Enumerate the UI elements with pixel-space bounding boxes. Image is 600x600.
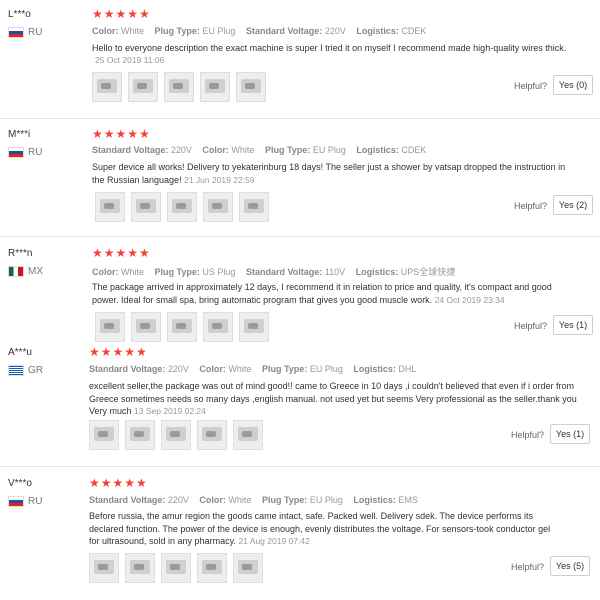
review-photo[interactable] <box>233 420 263 450</box>
review-text: Hello to everyone description the exact … <box>92 43 567 53</box>
reviewer-name: V***o <box>8 478 32 489</box>
product-attributes: Color: White Plug Type: US Plug Standard… <box>92 267 456 277</box>
review-photo[interactable] <box>89 420 119 450</box>
review-date: 13 Sep 2019 02:24 <box>134 406 206 416</box>
reviewer-country: RU <box>8 147 42 158</box>
russia-flag-icon <box>8 27 24 38</box>
divider <box>0 118 600 119</box>
rating-stars: ★★★★★ <box>89 345 148 359</box>
review-photo[interactable] <box>236 72 266 102</box>
review-photo[interactable] <box>197 420 227 450</box>
review-photo[interactable] <box>239 312 269 342</box>
reviewer-country: GR <box>8 365 43 376</box>
review-photo[interactable] <box>164 72 194 102</box>
review-text: Super device all works! Delivery to yeka… <box>92 162 566 185</box>
divider <box>0 466 600 467</box>
photo-thumbnails <box>89 420 263 450</box>
mexico-flag-icon <box>8 266 24 277</box>
product-attributes: Standard Voltage: 220V Color: White Plug… <box>92 145 427 155</box>
review-photo[interactable] <box>200 72 230 102</box>
review-photo[interactable] <box>95 312 125 342</box>
greece-flag-icon <box>8 365 24 376</box>
reviewer-country: RU <box>8 27 42 38</box>
review-text: The package arrived in approximately 12 … <box>92 282 552 305</box>
review-photo[interactable] <box>167 312 197 342</box>
russia-flag-icon <box>8 147 24 158</box>
product-attributes: Standard Voltage: 220V Color: White Plug… <box>89 495 418 505</box>
review-photo[interactable] <box>131 192 161 222</box>
rating-stars: ★★★★★ <box>92 246 151 260</box>
reviewer-name: R***n <box>8 248 33 259</box>
helpful-yes-button[interactable]: Yes (2) <box>553 195 593 215</box>
rating-stars: ★★★★★ <box>92 7 151 21</box>
review-photo[interactable] <box>233 553 263 583</box>
review-photo[interactable] <box>197 553 227 583</box>
product-attributes: Standard Voltage: 220V Color: White Plug… <box>89 364 417 374</box>
review-photo[interactable] <box>167 192 197 222</box>
photo-thumbnails <box>89 553 263 583</box>
helpful-yes-button[interactable]: Yes (5) <box>550 556 590 576</box>
helpful-label: Helpful? <box>511 430 545 440</box>
review-photo[interactable] <box>95 192 125 222</box>
helpful-label: Helpful? <box>514 201 548 211</box>
photo-thumbnails <box>95 192 269 222</box>
photo-thumbnails <box>92 72 266 102</box>
divider <box>0 236 600 237</box>
review-photo[interactable] <box>92 72 122 102</box>
helpful-label: Helpful? <box>514 321 548 331</box>
product-attributes: Color: White Plug Type: EU Plug Standard… <box>92 26 427 36</box>
photo-thumbnails <box>95 312 269 342</box>
review-date: 24 Oct 2019 23:34 <box>434 294 505 305</box>
reviewer-country: RU <box>8 496 42 507</box>
review-date: 25 Oct 2019 11:06 <box>95 55 165 65</box>
helpful-yes-button[interactable]: Yes (1) <box>553 315 593 335</box>
review-photo[interactable] <box>125 553 155 583</box>
review-photo[interactable] <box>203 192 233 222</box>
reviewer-country: MX <box>8 266 43 277</box>
rating-stars: ★★★★★ <box>92 127 151 141</box>
russia-flag-icon <box>8 496 24 507</box>
helpful-label: Helpful? <box>511 562 545 572</box>
rating-stars: ★★★★★ <box>89 476 148 490</box>
helpful-yes-button[interactable]: Yes (0) <box>553 75 593 95</box>
helpful-label: Helpful? <box>514 81 548 91</box>
review-photo[interactable] <box>161 420 191 450</box>
review-photo[interactable] <box>125 420 155 450</box>
helpful-yes-button[interactable]: Yes (1) <box>550 424 590 444</box>
reviewer-name: A***u <box>8 347 32 358</box>
review-photo[interactable] <box>131 312 161 342</box>
review-text: Before russia, the amur region the goods… <box>89 511 551 546</box>
review-photo[interactable] <box>161 553 191 583</box>
reviewer-name: M***i <box>8 129 31 140</box>
reviewer-name: L***o <box>8 9 31 20</box>
review-date: 21 Jun 2019 22:59 <box>184 174 255 185</box>
review-photo[interactable] <box>203 312 233 342</box>
review-photo[interactable] <box>128 72 158 102</box>
review-photo[interactable] <box>89 553 119 583</box>
review-text: excellent seller,the package was out of … <box>89 381 577 416</box>
review-date: 21 Aug 2019 07:42 <box>238 536 310 546</box>
review-photo[interactable] <box>239 192 269 222</box>
